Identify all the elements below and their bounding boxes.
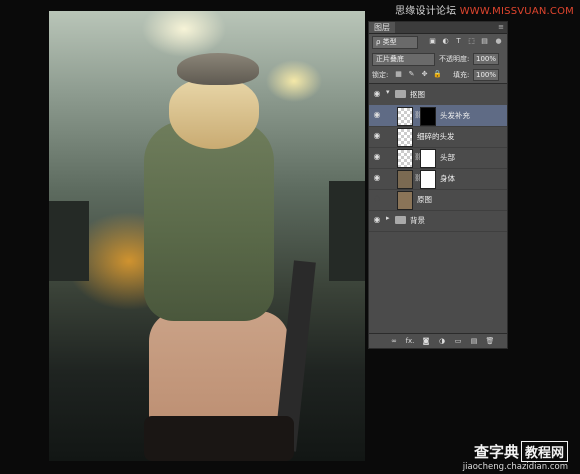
opacity-label: 不透明度:: [439, 55, 470, 63]
watermark-bottom-brand: 查字典: [473, 443, 519, 461]
folder-icon: [395, 90, 406, 98]
figure-hair: [169, 79, 259, 149]
layer-group-koutu[interactable]: ◉ ▾ 抠图: [369, 84, 507, 106]
layer-thumbnail: [397, 107, 413, 126]
layer-hair-supplement[interactable]: ◉ ⛓ 头发补充: [369, 105, 507, 127]
pixel-filter-icon[interactable]: ▣: [427, 36, 438, 47]
lock-label: 锁定:: [372, 71, 389, 79]
layer-group-background[interactable]: ◉ ▸ 背景: [369, 210, 507, 232]
panel-menu-icon[interactable]: ≡: [498, 22, 504, 33]
visibility-eye-icon[interactable]: ◉: [372, 89, 382, 99]
folder-icon: [395, 216, 406, 224]
watermark-bottom-url: jiaocheng.chazidian.com: [462, 462, 568, 472]
layer-mask-thumbnail[interactable]: [420, 170, 436, 189]
lock-transparent-icon[interactable]: ▦: [393, 69, 404, 80]
mask-link-icon[interactable]: ⛓: [414, 111, 423, 119]
blend-row: 正片叠底 不透明度: 100%: [369, 51, 507, 66]
layer-name: 头发补充: [440, 111, 470, 120]
filter-kind-select[interactable]: ρ 类型: [372, 36, 418, 49]
visibility-eye-icon[interactable]: ◉: [372, 173, 382, 183]
layers-bottom-toolbar: ∞ fx. ◙ ◑ ▭ ▤ 🗑: [369, 333, 507, 348]
document-canvas[interactable]: [49, 11, 365, 461]
lock-image-icon[interactable]: ✎: [406, 69, 417, 80]
shape-filter-icon[interactable]: ⬚: [466, 36, 477, 47]
figure-uniform: [144, 121, 274, 321]
ruin-right: [329, 181, 365, 281]
layer-thumbnail: [397, 170, 413, 189]
layers-list: ◉ ▾ 抠图 ◉ ⛓ 头发补充 ◉ 细碎的头发 ◉ ⛓ 头部 ◉ ⛓ 身体 ◉ …: [369, 83, 507, 334]
layer-name: 背景: [410, 216, 425, 225]
visibility-eye-icon[interactable]: ◉: [372, 131, 382, 141]
adjustment-filter-icon[interactable]: ◐: [440, 36, 451, 47]
layer-mask-thumbnail[interactable]: [420, 107, 436, 126]
filter-toggle-icon[interactable]: ●: [493, 36, 504, 47]
layer-name: 原图: [417, 195, 432, 204]
layer-fine-hair[interactable]: ◉ 细碎的头发: [369, 126, 507, 148]
visibility-eye-icon[interactable]: ◉: [372, 194, 382, 204]
layers-panel: 图层 ≡ ρ 类型 ▣ ◐ T ⬚ ▤ ● 正片叠底 不透明度: 100% 锁定…: [368, 21, 508, 349]
panel-tab-bar: 图层 ≡: [369, 22, 507, 34]
layer-thumbnail: [397, 191, 413, 210]
watermark-top-url: WWW.MISSVUAN.COM: [459, 6, 574, 17]
type-filter-icon[interactable]: T: [453, 36, 464, 47]
lock-all-icon[interactable]: 🔒: [432, 69, 443, 80]
layer-name: 身体: [440, 174, 455, 183]
figure-boots: [144, 416, 294, 461]
trash-icon[interactable]: 🗑: [485, 336, 495, 346]
new-layer-icon[interactable]: ▤: [469, 336, 479, 346]
chevron-right-icon[interactable]: ▸: [386, 214, 390, 222]
figure-cap: [177, 53, 259, 85]
layer-thumbnail: [397, 128, 413, 147]
watermark-bottom-badge: 教程网: [520, 441, 568, 462]
layer-original[interactable]: ◉ 原图: [369, 189, 507, 211]
opacity-field[interactable]: 100%: [473, 53, 500, 65]
layer-thumbnail: [397, 149, 413, 168]
blend-mode-select[interactable]: 正片叠底: [372, 53, 435, 66]
link-layers-icon[interactable]: ∞: [389, 336, 399, 346]
adjustment-layer-icon[interactable]: ◑: [437, 336, 447, 346]
watermark-top: 思缘设计论坛 WWW.MISSVUAN.COM: [395, 2, 574, 17]
fill-field[interactable]: 100%: [473, 69, 500, 81]
new-group-icon[interactable]: ▭: [453, 336, 463, 346]
fill-label: 填充:: [453, 71, 470, 79]
chevron-down-icon[interactable]: ▾: [386, 88, 390, 96]
layer-name: 细碎的头发: [417, 132, 455, 141]
smart-object-filter-icon[interactable]: ▤: [479, 36, 490, 47]
layer-head[interactable]: ◉ ⛓ 头部: [369, 147, 507, 169]
visibility-eye-icon[interactable]: ◉: [372, 110, 382, 120]
lock-position-icon[interactable]: ✥: [419, 69, 430, 80]
mask-link-icon[interactable]: ⛓: [414, 174, 423, 182]
mask-link-icon[interactable]: ⛓: [414, 153, 423, 161]
visibility-eye-icon[interactable]: ◉: [372, 152, 382, 162]
watermark-bottom: 查字典 教程网 jiaocheng.chazidian.com: [463, 441, 568, 472]
watermark-bottom-title: 查字典 教程网: [463, 441, 568, 462]
watermark-top-prefix: 思缘设计论坛: [395, 6, 460, 17]
layer-name: 抠图: [410, 90, 425, 99]
layer-mask-thumbnail[interactable]: [420, 149, 436, 168]
ruin-left: [49, 201, 89, 281]
visibility-eye-icon[interactable]: ◉: [372, 215, 382, 225]
lock-row: 锁定: ▦ ✎ ✥ 🔒 填充: 100%: [369, 67, 507, 82]
layer-name: 头部: [440, 153, 455, 162]
layer-filter-row: ρ 类型 ▣ ◐ T ⬚ ▤ ●: [369, 34, 507, 50]
layer-body[interactable]: ◉ ⛓ 身体: [369, 168, 507, 190]
layer-style-icon[interactable]: fx.: [405, 336, 415, 346]
tab-layers[interactable]: 图层: [369, 22, 395, 33]
add-mask-icon[interactable]: ◙: [421, 336, 431, 346]
